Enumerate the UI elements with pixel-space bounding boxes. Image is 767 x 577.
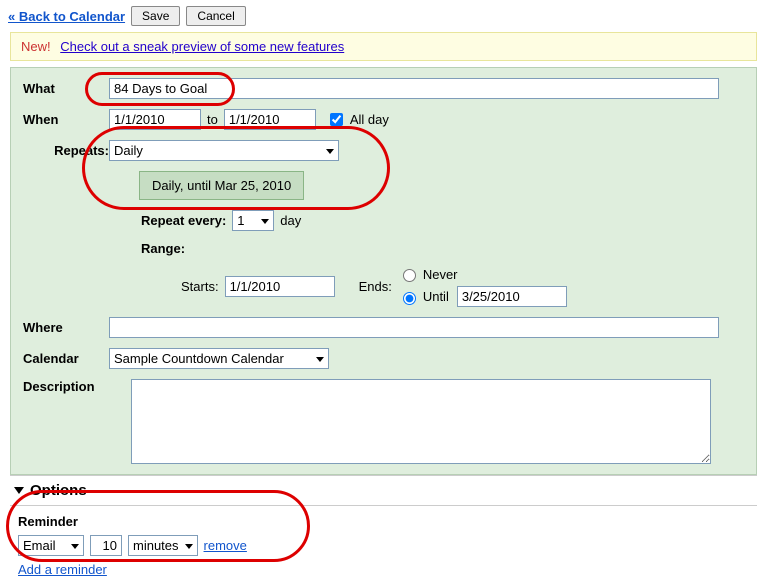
reminder-label: Reminder <box>18 514 757 529</box>
description-label: Description <box>23 379 131 394</box>
when-to-label: to <box>207 112 218 127</box>
ends-never-option[interactable]: Never <box>398 266 567 282</box>
cancel-button[interactable]: Cancel <box>186 6 245 26</box>
repeat-every-unit: day <box>280 213 301 228</box>
add-reminder-link[interactable]: Add a reminder <box>18 562 767 577</box>
repeats-label: Repeats: <box>43 143 109 158</box>
starts-label: Starts: <box>181 279 219 294</box>
reminder-unit-select[interactable]: minutes <box>128 535 198 556</box>
repeat-every-select[interactable]: 1 <box>232 210 274 231</box>
repeat-every-label: Repeat every: <box>141 213 226 228</box>
preview-features-link[interactable]: Check out a sneak preview of some new fe… <box>60 39 344 54</box>
reminder-remove-link[interactable]: remove <box>204 538 247 553</box>
where-input[interactable] <box>109 317 719 338</box>
start-date-input[interactable] <box>109 109 201 130</box>
reminder-method-select[interactable]: Email <box>18 535 84 556</box>
ends-until-date-input[interactable] <box>457 286 567 307</box>
repeats-select[interactable]: Daily <box>109 140 339 161</box>
repeat-summary: Daily, until Mar 25, 2010 <box>139 171 304 200</box>
reminder-amount-input[interactable] <box>90 535 122 556</box>
options-section-toggle[interactable]: Options <box>10 475 757 506</box>
ends-label: Ends: <box>359 279 392 294</box>
when-label: When <box>23 112 109 127</box>
description-textarea[interactable] <box>131 379 711 464</box>
save-button[interactable]: Save <box>131 6 180 26</box>
ends-never-radio[interactable] <box>403 269 416 282</box>
new-features-notice: New! Check out a sneak preview of some n… <box>10 32 757 61</box>
range-label: Range: <box>141 241 185 256</box>
calendar-select[interactable]: Sample Countdown Calendar <box>109 348 329 369</box>
ends-until-option[interactable]: Until <box>398 286 567 307</box>
ends-until-radio[interactable] <box>403 292 416 305</box>
calendar-label: Calendar <box>23 351 109 366</box>
new-badge: New! <box>21 39 51 54</box>
back-to-calendar-link[interactable]: « Back to Calendar <box>8 9 125 24</box>
event-form-panel: What When to All day Repeats: Daily Dail… <box>10 67 757 475</box>
collapse-icon <box>14 487 24 494</box>
starts-date-input[interactable] <box>225 276 335 297</box>
what-input[interactable] <box>109 78 719 99</box>
all-day-checkbox[interactable] <box>330 113 343 126</box>
what-label: What <box>23 81 109 96</box>
all-day-label: All day <box>350 112 389 127</box>
end-date-input[interactable] <box>224 109 316 130</box>
where-label: Where <box>23 320 109 335</box>
